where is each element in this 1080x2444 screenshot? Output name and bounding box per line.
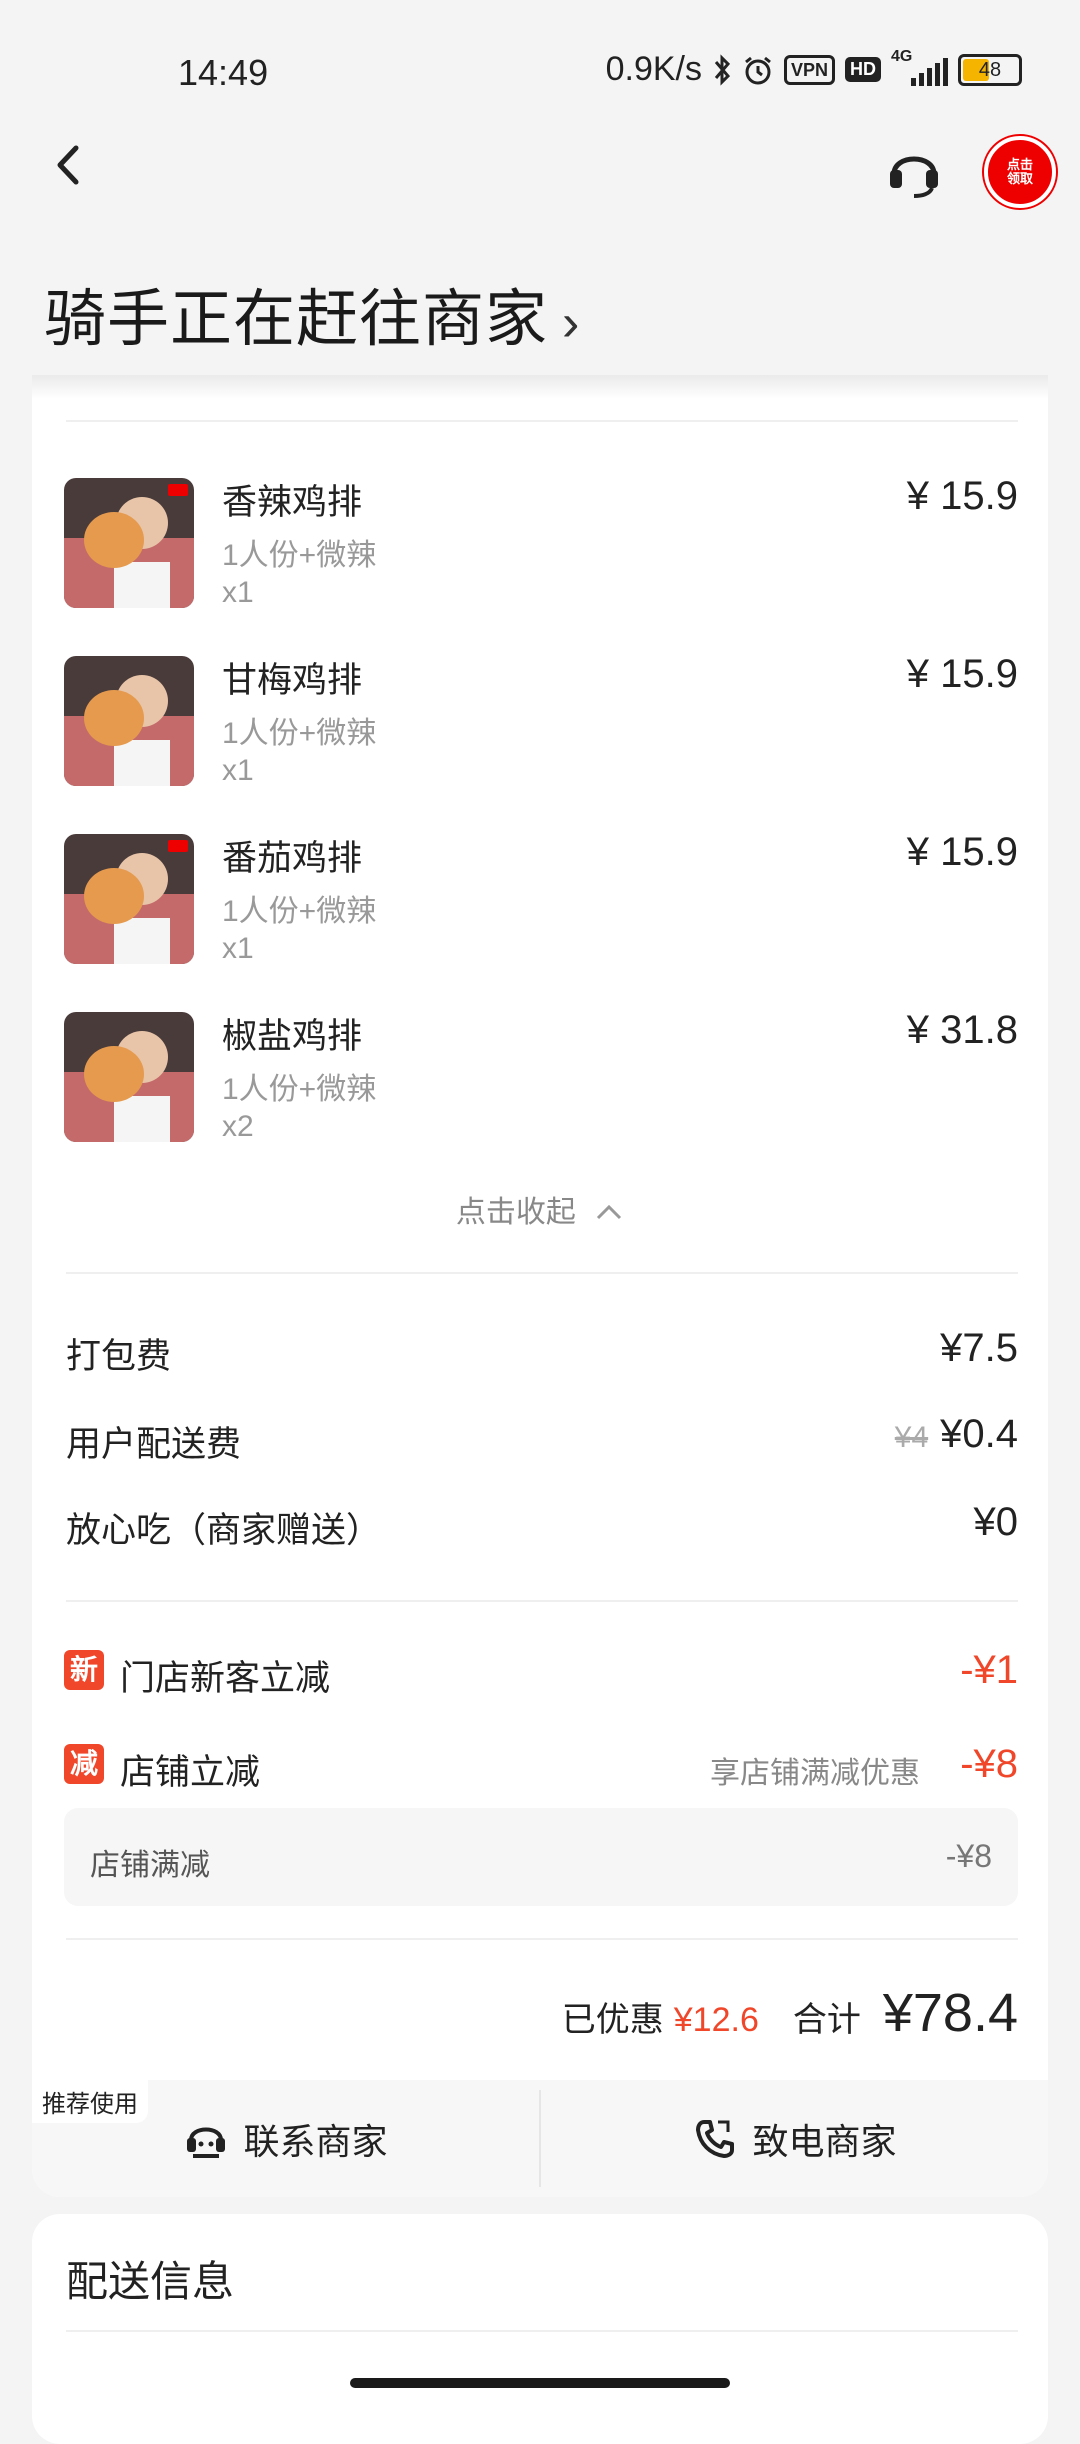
merchant-actions: 联系商家 致电商家 (32, 2080, 1048, 2197)
status-icons: 0.9K/s VPN HD 4G 48 (605, 48, 1022, 89)
call-merchant-button[interactable]: 致电商家 (541, 2080, 1048, 2197)
item-price: ¥ 15.9 (906, 830, 1018, 874)
bluetooth-icon (714, 53, 731, 86)
order-status-title[interactable]: 骑手正在赶往商家 › (44, 268, 580, 358)
alarm-icon (745, 56, 771, 84)
item-price: ¥ 31.8 (906, 1008, 1018, 1052)
divider (66, 1938, 1018, 1940)
item-spec: 1人份+微辣 (222, 717, 377, 750)
product-image (64, 656, 194, 786)
item-qty: x2 (222, 1110, 254, 1143)
item-spec: 1人份+微辣 (222, 1073, 377, 1106)
item-price: ¥ 15.9 (906, 652, 1018, 696)
hd-icon: HD (845, 57, 881, 82)
item-spec: 1人份+微辣 (222, 895, 377, 928)
coupon-claim-label: 点击领取 (1006, 157, 1033, 186)
product-image (64, 1012, 194, 1142)
network-type: 4G (891, 47, 913, 65)
customer-service-headset-icon[interactable] (884, 140, 944, 200)
item-name: 番茄鸡排 (222, 839, 363, 878)
battery-icon: 48 (958, 53, 1022, 86)
shop-full-reduction-value: -¥8 (945, 1838, 992, 1874)
item-name: 椒盐鸡排 (222, 1017, 363, 1056)
safe-eat-value: ¥0 (973, 1500, 1019, 1544)
delivery-fee-label: 用户配送费 (66, 1425, 242, 1464)
divider (66, 1600, 1018, 1602)
new-customer-discount-label: 门店新客立减 (120, 1659, 331, 1698)
order-status-text: 骑手正在赶往商家 (44, 285, 549, 354)
product-image (64, 834, 194, 964)
saved-label: 已优惠 (561, 2001, 664, 2039)
chat-headset-icon (187, 2127, 226, 2158)
card-scroll-edge (32, 375, 1048, 399)
product-image (64, 478, 194, 608)
order-total: 已优惠 ¥12.6 合计 ¥78.4 (562, 1982, 1018, 2044)
shop-discount-label: 店铺立减 (120, 1753, 261, 1792)
shop-full-reduction-label: 店铺满减 (90, 1849, 210, 1882)
order-detail-card (32, 375, 1048, 2197)
divider (66, 2330, 1018, 2332)
shop-discount-badge: 减 (64, 1744, 104, 1784)
coupon-claim-button[interactable]: 点击领取 (984, 136, 1056, 208)
packing-fee-label: 打包费 (66, 1337, 172, 1376)
shop-discount-value: -¥8 (960, 1742, 1018, 1786)
recommended-tag: 推荐使用 (32, 2080, 148, 2123)
network-speed: 0.9K/s (605, 50, 702, 88)
chevron-up-icon (597, 1204, 622, 1220)
packing-fee-value: ¥7.5 (940, 1326, 1018, 1370)
item-name: 香辣鸡排 (222, 483, 363, 522)
divider (66, 420, 1018, 422)
saved-value: ¥12.6 (673, 2001, 759, 2039)
delivery-fee: ¥4 ¥0.4 (895, 1412, 1018, 1457)
call-merchant-label: 致电商家 (752, 2120, 897, 2162)
back-arrow-icon[interactable] (44, 140, 94, 190)
delivery-fee-value: ¥0.4 (940, 1412, 1018, 1456)
item-qty: x1 (222, 754, 254, 787)
collapse-label: 点击收起 (455, 1196, 576, 1229)
item-qty: x1 (222, 932, 254, 965)
safe-eat-label: 放心吃（商家赠送） (66, 1511, 382, 1550)
new-customer-discount-value: -¥1 (960, 1648, 1018, 1692)
total-value: ¥78.4 (882, 1983, 1018, 2043)
item-spec: 1人份+微辣 (222, 539, 377, 572)
delivery-fee-original: ¥4 (894, 1421, 929, 1454)
collapse-items-button[interactable]: 点击收起 (0, 1187, 1080, 1231)
vpn-icon: VPN (783, 54, 835, 85)
home-indicator[interactable] (350, 2378, 730, 2388)
shop-discount-hint: 享店铺满减优惠 (710, 1757, 920, 1790)
total-label: 合计 (792, 2001, 861, 2039)
item-price: ¥ 15.9 (906, 474, 1018, 518)
divider (66, 1272, 1018, 1274)
new-customer-badge: 新 (64, 1650, 104, 1690)
battery-level: 48 (978, 58, 1002, 81)
delivery-info-title: 配送信息 (66, 2258, 235, 2305)
item-qty: x1 (222, 576, 254, 609)
status-time: 14:49 (178, 52, 269, 93)
item-name: 甘梅鸡排 (222, 661, 363, 700)
contact-merchant-label: 联系商家 (243, 2120, 388, 2162)
phone-icon (696, 2119, 735, 2158)
chevron-right-icon: › (562, 294, 581, 352)
signal-icon: 4G (891, 48, 948, 86)
